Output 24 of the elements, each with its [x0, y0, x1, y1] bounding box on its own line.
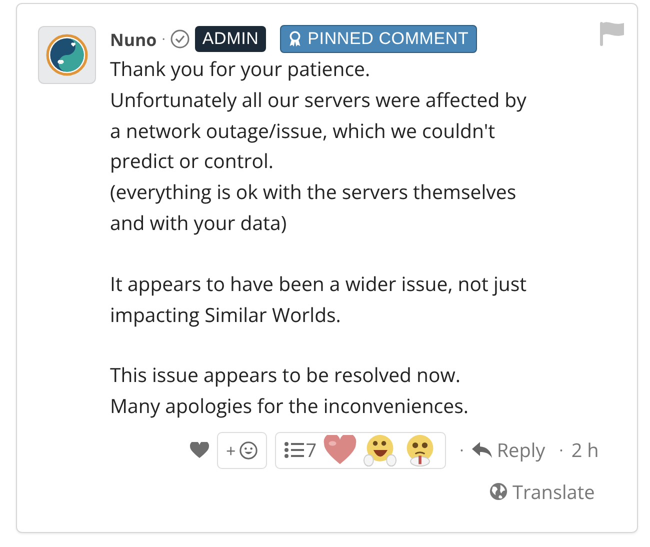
comment-paragraph: Thank you for your patience. Unfortunately all our servers were affected by a network outage/issue, which we couldn't predict or control. (everything is ok with the servers themselves and with your data): [110, 54, 528, 238]
separator-dot: ·: [559, 439, 564, 462]
like-heart-icon[interactable]: [190, 442, 209, 459]
globe-icon: [488, 482, 508, 502]
laughing-emoji-icon: [362, 433, 397, 468]
reactions-button[interactable]: 7: [274, 432, 446, 469]
author-name[interactable]: Nuno: [110, 28, 157, 50]
ribbon-icon: [288, 31, 302, 47]
comment-paragraph: This issue appears to be resolved now. Many apologies for the inconveniences.: [110, 360, 470, 422]
separator-dot: ·: [460, 439, 464, 462]
admin-badge: ADMIN: [195, 26, 266, 52]
add-reaction-button[interactable]: +: [217, 432, 267, 469]
list-icon: [284, 441, 304, 460]
timestamp: 2 h: [571, 437, 599, 464]
reply-button[interactable]: Reply: [472, 437, 546, 464]
smiley-icon: [238, 440, 258, 460]
reply-arrow-icon: [472, 442, 492, 458]
translate-button[interactable]: Translate: [488, 478, 595, 505]
avatar[interactable]: [38, 26, 96, 84]
heart-emoji-icon: [322, 435, 357, 466]
comment-paragraph: It appears to have been a wider issue, not just impacting Similar Worlds.: [110, 268, 528, 330]
reaction-count: 7: [306, 437, 317, 464]
badge-label: PINNED COMMENT: [308, 29, 469, 49]
separator-dot: ·: [162, 30, 166, 48]
